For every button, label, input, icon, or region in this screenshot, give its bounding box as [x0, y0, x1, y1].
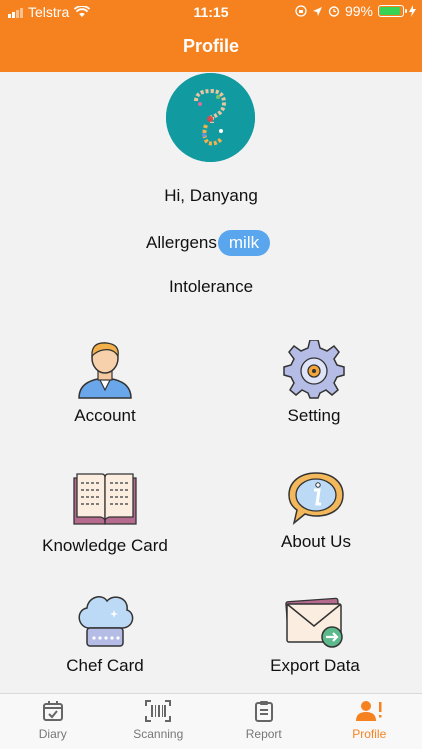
clipboard-icon — [254, 701, 273, 722]
tab-report-label: Report — [245, 727, 282, 741]
chef-card-label: Chef Card — [66, 656, 144, 675]
gear-icon — [283, 340, 345, 399]
account-icon — [78, 342, 132, 399]
chef-card-button[interactable]: Chef Card — [5, 592, 205, 676]
tab-profile[interactable]: Profile — [317, 694, 422, 749]
allergens-label: Allergens — [146, 233, 217, 252]
barcode-icon — [145, 700, 172, 722]
about-us-label: About Us — [281, 532, 351, 551]
orientation-lock-icon — [295, 5, 307, 17]
about-us-button[interactable]: About Us — [216, 470, 416, 552]
battery-icon — [378, 5, 407, 17]
battery-percent: 99% — [344, 3, 373, 19]
allergen-chip[interactable]: milk — [217, 230, 271, 256]
user-alert-icon — [356, 701, 382, 721]
export-data-label: Export Data — [270, 656, 360, 675]
knowledge-card-label: Knowledge Card — [42, 536, 168, 555]
export-mail-icon — [285, 597, 343, 648]
setting-label: Setting — [287, 406, 341, 425]
knowledge-card-button[interactable]: Knowledge Card — [5, 470, 205, 556]
alarm-icon — [328, 6, 340, 17]
tab-bar: Diary Scanning Report Profile — [0, 693, 422, 749]
charging-icon — [409, 5, 416, 17]
location-icon — [312, 6, 322, 16]
export-data-button[interactable]: Export Data — [215, 596, 415, 676]
account-button[interactable]: Account — [5, 340, 205, 426]
status-bar: Telstra 11:15 99% — [0, 0, 422, 24]
tab-report[interactable]: Report — [211, 694, 317, 749]
book-icon — [73, 473, 137, 525]
tab-diary-label: Diary — [38, 727, 67, 741]
greeting: Hi, Danyang — [164, 186, 258, 205]
info-bubble-icon — [288, 472, 344, 525]
avatar-image — [166, 73, 255, 162]
tab-profile-label: Profile — [352, 727, 387, 741]
tab-scanning-label: Scanning — [133, 727, 184, 741]
tab-diary[interactable]: Diary — [0, 694, 106, 749]
intolerance-label: Intolerance — [168, 277, 254, 296]
chef-hat-icon — [78, 596, 134, 647]
calendar-icon — [42, 701, 63, 721]
setting-button[interactable]: Setting — [214, 340, 414, 426]
app-header: Telstra 11:15 99% Profile — [0, 0, 422, 72]
account-label: Account — [74, 406, 136, 425]
tab-scanning[interactable]: Scanning — [106, 694, 212, 749]
allergens-row: Allergens milk — [146, 230, 271, 256]
page-title: Profile — [182, 36, 239, 56]
avatar[interactable] — [166, 73, 255, 162]
